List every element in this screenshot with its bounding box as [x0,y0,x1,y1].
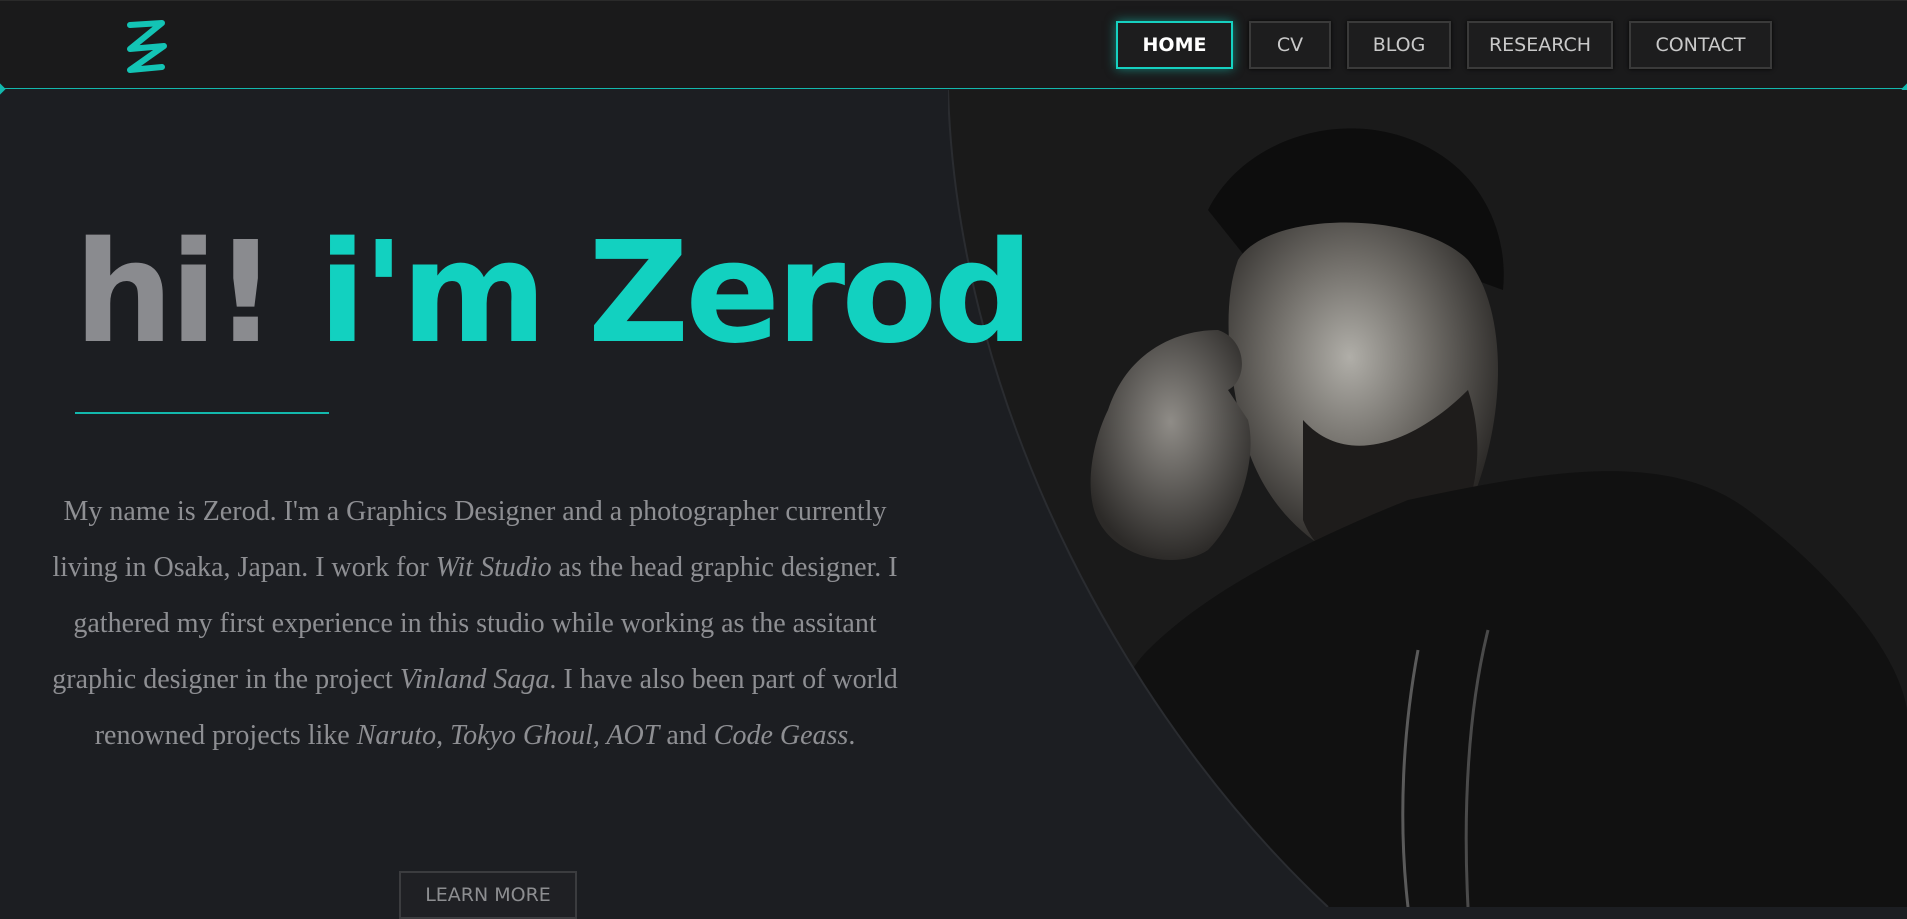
bio-text: and [659,720,714,751]
z-logo-icon[interactable] [122,19,172,75]
portrait-photo [948,90,1907,907]
bio-emphasis: Wit Studio [435,552,552,583]
nav-home-button[interactable]: HOME [1116,21,1233,69]
heading-underline [75,412,329,414]
bio-text: . [848,720,856,751]
hero-greeting: hi! [74,212,278,375]
nav-cv-button[interactable]: CV [1249,21,1331,69]
nav-blog-button[interactable]: BLOG [1347,21,1451,69]
bio-paragraph: My name is Zerod. I'm a Graphics Designe… [50,484,900,764]
bio-emphasis: Code Geass [713,720,849,751]
nav-links: HOME CV BLOG RESEARCH CONTACT [1116,21,1772,69]
learn-more-button[interactable]: LEARN MORE [399,871,577,919]
nav-contact-button[interactable]: CONTACT [1629,21,1772,69]
top-navbar: HOME CV BLOG RESEARCH CONTACT [0,0,1907,95]
hero-name: i'm Zerod [318,212,1033,375]
bio-emphasis: Vinland Saga [399,664,550,695]
nav-research-button[interactable]: RESEARCH [1467,21,1613,69]
navbar-left-corner-dot [0,83,6,95]
bio-emphasis: Naruto, Tokyo Ghoul, AOT [356,720,660,751]
hero-heading: hi! i'm Zerod [74,224,1034,364]
